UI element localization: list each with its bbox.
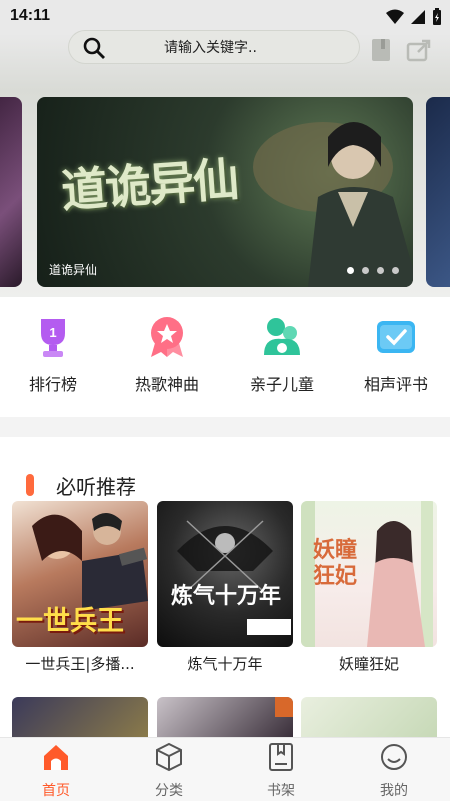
cube-icon — [156, 742, 182, 772]
quick-link-label: 相声评书 — [363, 375, 428, 394]
search-placeholder: 请输入关键字.. — [164, 40, 257, 56]
top-bar: 请输入关键字.. — [0, 30, 450, 90]
banner-caption: 道诡异仙 — [49, 263, 98, 277]
banner-dot[interactable] — [347, 267, 354, 274]
banner-dot[interactable] — [392, 267, 399, 274]
banner-hero-art — [253, 122, 413, 287]
quick-link-label: 亲子儿童 — [249, 375, 314, 394]
book-card[interactable]: 一世兵王 一世兵王|多播... — [12, 501, 148, 674]
banner-dot[interactable] — [377, 267, 384, 274]
book-card-partial[interactable] — [157, 697, 293, 737]
nav-item-home[interactable]: 首页 — [11, 742, 101, 800]
book-title: 一世兵王|多播... — [25, 655, 135, 673]
banner-slide[interactable]: 道诡异仙 道诡异仙 — [37, 97, 413, 287]
search-input[interactable]: 请输入关键字.. — [68, 30, 360, 64]
book-check-icon — [377, 321, 415, 353]
star-badge-icon — [151, 317, 183, 357]
book-title: 炼气十万年 — [187, 655, 263, 673]
trophy-icon: 1 — [41, 319, 65, 357]
book-cover: 炼气十万年 — [157, 501, 293, 647]
bookmark-icon[interactable] — [370, 38, 392, 62]
book-cover: 妖瞳狂妃 — [301, 501, 437, 647]
cover-title: 一世兵王 — [16, 606, 124, 637]
banner-dot[interactable] — [362, 267, 369, 274]
cover-tag — [275, 697, 293, 717]
bookshelf-icon — [269, 743, 293, 771]
cover-art — [177, 520, 291, 635]
battery-icon — [433, 8, 441, 25]
cover-title: 炼气十万年 — [170, 583, 281, 609]
nav-label: 我的 — [380, 783, 408, 799]
quick-link-kids[interactable]: 亲子儿童 — [237, 315, 327, 395]
svg-text:1: 1 — [49, 325, 56, 340]
banner-indicator — [347, 267, 399, 274]
book-cover: 一世兵王 — [12, 501, 148, 647]
quick-link-label: 排行榜 — [28, 375, 77, 394]
status-icons — [386, 8, 442, 26]
quick-link-crosstalk[interactable]: 相声评书 — [351, 315, 441, 395]
nav-item-bookshelf[interactable]: 书架 — [236, 742, 326, 800]
share-icon[interactable] — [406, 38, 432, 62]
banner-next-slide[interactable] — [426, 97, 450, 287]
section-divider — [0, 417, 450, 437]
quick-link-ranking[interactable]: 1 排行榜 — [8, 315, 98, 395]
book-card-partial[interactable] — [301, 697, 437, 737]
banner-prev-slide[interactable] — [0, 97, 22, 287]
nav-label: 书架 — [267, 783, 295, 799]
signal-icon — [411, 10, 425, 24]
status-bar: 14:11 — [0, 0, 450, 34]
quick-link-hot-songs[interactable]: 热歌神曲 — [122, 315, 212, 395]
nav-item-category[interactable]: 分类 — [124, 742, 214, 800]
book-card[interactable]: 妖瞳狂妃 妖瞳狂妃 — [301, 501, 437, 674]
status-time: 14:11 — [10, 7, 51, 24]
nav-item-profile[interactable]: 我的 — [349, 742, 439, 800]
section-title: 必听推荐 — [56, 475, 136, 499]
quick-link-label: 热歌神曲 — [134, 375, 199, 394]
banner-title-art: 道诡异仙 — [59, 151, 239, 219]
nav-label: 分类 — [155, 783, 183, 799]
parent-child-icon — [264, 318, 300, 355]
book-card[interactable]: 炼气十万年 炼气十万年 — [157, 501, 293, 674]
section-accent-bar — [26, 474, 34, 496]
quick-links: 1 排行榜 热歌神曲 亲子儿童 相声评书 — [0, 297, 450, 417]
home-icon — [44, 745, 68, 770]
banner-carousel: 道诡异仙 道诡异仙 — [0, 90, 450, 297]
profile-icon — [381, 744, 407, 770]
book-title: 妖瞳狂妃 — [338, 655, 399, 673]
search-icon — [83, 37, 105, 59]
wifi-icon — [386, 9, 404, 24]
cover-title: 妖瞳狂妃 — [313, 537, 358, 589]
nav-label: 首页 — [42, 783, 70, 799]
recommend-section: 必听推荐 一世兵王 一世兵王|多播... 炼气十万年 炼气十万年 妖瞳狂妃 妖瞳… — [0, 437, 450, 737]
book-card-partial[interactable] — [12, 697, 148, 737]
bottom-nav: 首页 分类 书架 我的 — [0, 737, 450, 801]
